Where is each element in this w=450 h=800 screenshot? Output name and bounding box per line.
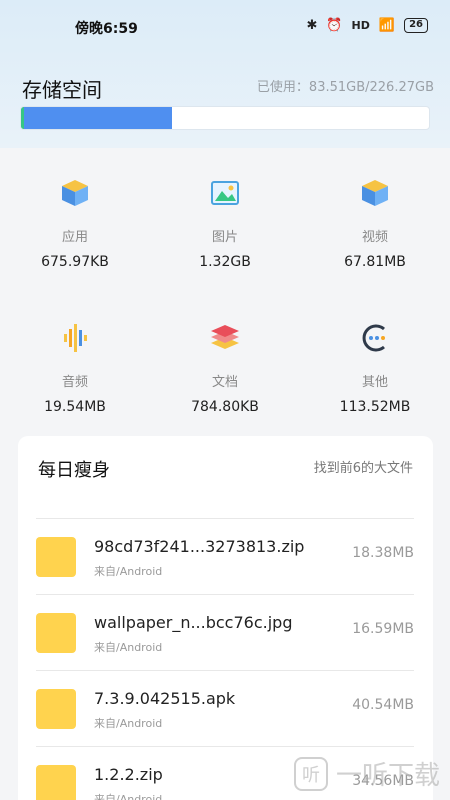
status-time: 傍晚6:59 — [75, 21, 138, 37]
folder-icon — [36, 613, 76, 653]
file-size: 18.38MB — [352, 545, 414, 561]
file-row[interactable]: wallpaper_n...bcc76c.jpg 来自/Android 16.5… — [36, 594, 414, 670]
file-name: 98cd73f241...3273813.zip — [94, 537, 305, 556]
category-apps[interactable]: 应用 675.97KB — [0, 160, 150, 290]
file-size: 40.54MB — [352, 697, 414, 713]
category-label: 应用 — [61, 230, 88, 245]
category-size: 67.81MB — [344, 254, 406, 270]
watermark-logo-icon: 听 — [293, 756, 328, 791]
file-name: wallpaper_n...bcc76c.jpg — [94, 613, 293, 632]
category-documents[interactable]: 文档 784.80KB — [150, 305, 300, 435]
audio-wave-icon — [64, 324, 87, 352]
folder-icon — [36, 689, 76, 729]
file-source: 来自/Android — [94, 793, 163, 800]
file-row[interactable]: 7.3.9.042515.apk 来自/Android 40.54MB — [36, 670, 414, 746]
storage-usage-fill — [21, 107, 172, 129]
card-subtitle: 找到前6的大文件 — [313, 461, 413, 476]
category-audio[interactable]: 音频 19.54MB — [0, 305, 150, 435]
file-name: 1.2.2.zip — [94, 765, 163, 784]
category-label: 图片 — [211, 230, 238, 245]
page-title: 存储空间 — [22, 78, 102, 102]
file-source: 来自/Android — [94, 641, 163, 654]
watermark-text: 一听下载 — [335, 761, 440, 791]
file-source: 来自/Android — [94, 717, 163, 730]
file-row[interactable]: 98cd73f241...3273813.zip 来自/Android 18.3… — [36, 518, 414, 594]
category-grid: 应用 675.97KB 图片 1.32GB 视频 67.81MB 音频 19.5… — [0, 160, 450, 430]
image-icon — [211, 181, 239, 205]
alarm-icon: ⏰ — [326, 18, 343, 33]
file-name: 7.3.9.042515.apk — [94, 689, 236, 708]
folder-icon — [36, 765, 76, 800]
category-label: 视频 — [361, 230, 388, 245]
storage-usage-bar — [20, 106, 430, 130]
document-stack-icon — [211, 325, 239, 349]
video-box-icon — [362, 180, 388, 206]
file-source: 来自/Android — [94, 565, 163, 578]
status-icons: ✱ ⏰ HD 📶 26 — [306, 18, 428, 33]
category-size: 1.32GB — [199, 254, 251, 270]
category-videos[interactable]: 视频 67.81MB — [300, 160, 450, 290]
bluetooth-icon: ✱ — [306, 18, 318, 33]
category-size: 784.80KB — [191, 399, 259, 415]
category-other[interactable]: 其他 113.52MB — [300, 305, 450, 435]
watermark: 听 一听下载 — [293, 755, 440, 792]
wifi-icon: 📶 — [378, 18, 396, 33]
card-title: 每日瘦身 — [38, 460, 110, 481]
more-circle-icon — [362, 324, 385, 352]
category-label: 文档 — [211, 375, 238, 390]
battery-icon: 26 — [404, 18, 428, 33]
folder-icon — [36, 537, 76, 577]
category-images[interactable]: 图片 1.32GB — [150, 160, 300, 290]
app-box-icon — [62, 180, 88, 206]
category-size: 19.54MB — [44, 399, 106, 415]
storage-header: 存储空间 已使用：83.51GB/226.27GB — [22, 72, 434, 102]
category-size: 675.97KB — [41, 254, 109, 270]
file-size: 16.59MB — [352, 621, 414, 637]
category-label: 其他 — [361, 375, 388, 390]
usage-text: 已使用：83.51GB/226.27GB — [256, 80, 434, 95]
status-bar: 傍晚6:59 ✱ ⏰ HD 📶 26 — [0, 0, 450, 56]
category-size: 113.52MB — [339, 399, 411, 415]
hd-signal-icon: HD — [351, 19, 370, 32]
category-label: 音频 — [61, 375, 88, 390]
daily-cleanup-card: 每日瘦身 找到前6的大文件 98cd73f241...3273813.zip 来… — [18, 436, 433, 800]
